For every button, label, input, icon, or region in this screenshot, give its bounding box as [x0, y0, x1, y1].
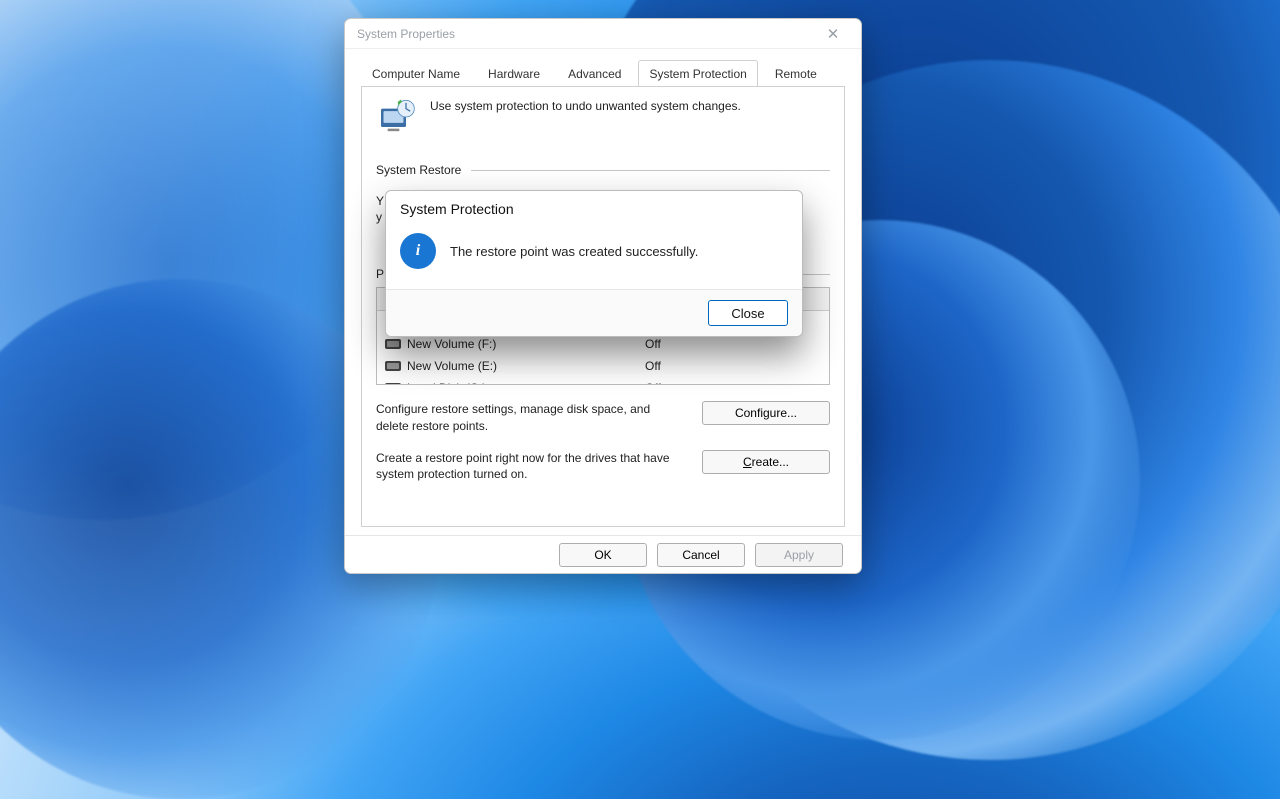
tab-computer-name[interactable]: Computer Name [361, 60, 471, 87]
modal-title: System Protection [386, 191, 802, 221]
create-button-accel: C [743, 455, 752, 469]
tab-strip: Computer Name Hardware Advanced System P… [345, 49, 861, 86]
dialog-footer: OK Cancel Apply [345, 535, 861, 573]
cancel-button[interactable]: Cancel [657, 543, 745, 567]
intro-text: Use system protection to undo unwanted s… [430, 97, 741, 113]
intro-row: Use system protection to undo unwanted s… [376, 97, 830, 147]
create-text: Create a restore point right now for the… [376, 450, 684, 482]
modal-body: i The restore point was created successf… [386, 221, 802, 289]
drive-icon [385, 383, 401, 385]
system-protection-icon [376, 97, 416, 137]
configure-button-label: Configure... [735, 406, 797, 420]
group-system-restore: System Restore [376, 163, 830, 177]
close-icon[interactable]: ✕ [813, 25, 853, 43]
window-title: System Properties [357, 27, 813, 41]
drive-name: New Volume (F:) [407, 337, 496, 351]
configure-text: Configure restore settings, manage disk … [376, 401, 684, 433]
create-button-rest: reate... [752, 455, 789, 469]
tab-system-protection[interactable]: System Protection [638, 60, 757, 87]
create-row: Create a restore point right now for the… [376, 450, 830, 482]
table-row[interactable]: New Volume (E:) Off [377, 355, 829, 377]
drive-protection: Off [637, 355, 829, 377]
drive-icon [385, 361, 401, 371]
modal-message: The restore point was created successful… [450, 244, 698, 259]
group-protection-settings-label: P [376, 267, 384, 281]
confirmation-dialog: System Protection i The restore point wa… [385, 190, 803, 337]
tab-advanced[interactable]: Advanced [557, 60, 632, 87]
modal-footer: Close [386, 289, 802, 336]
drive-icon [385, 339, 401, 349]
drive-protection: Off [637, 377, 829, 385]
truncated-restore-text: Y [376, 194, 384, 208]
table-row[interactable]: Local Disk (G:) Off [377, 377, 829, 385]
info-icon: i [400, 233, 436, 269]
create-button[interactable]: Create... [702, 450, 830, 474]
group-system-restore-label: System Restore [376, 163, 461, 177]
tab-hardware[interactable]: Hardware [477, 60, 551, 87]
tab-remote[interactable]: Remote [764, 60, 828, 87]
configure-button[interactable]: Configure... [702, 401, 830, 425]
apply-button[interactable]: Apply [755, 543, 843, 567]
configure-row: Configure restore settings, manage disk … [376, 401, 830, 433]
drive-name: New Volume (E:) [407, 359, 497, 373]
drive-name: Local Disk (G:) [407, 381, 486, 385]
ok-button[interactable]: OK [559, 543, 647, 567]
divider [471, 170, 830, 171]
titlebar: System Properties ✕ [345, 19, 861, 49]
close-button[interactable]: Close [708, 300, 788, 326]
